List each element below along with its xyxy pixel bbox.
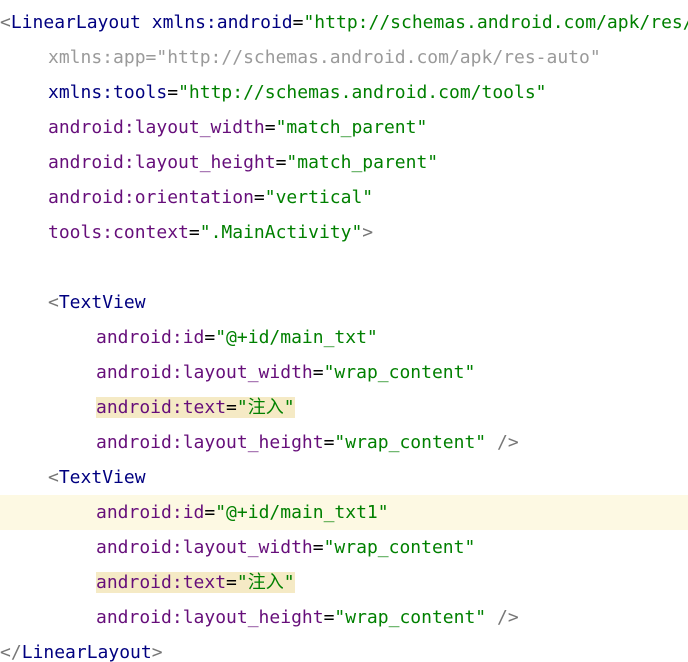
code-token-attr: android:layout_height — [48, 152, 276, 173]
code-token-val: ".MainActivity" — [199, 222, 363, 243]
code-line[interactable]: tools:context=".MainActivity"> — [0, 215, 688, 250]
code-token-attr: android:layout_height — [96, 607, 324, 628]
code-line[interactable]: android:layout_width="wrap_content" — [0, 355, 688, 390]
code-token-val: "@+id/main_txt1" — [215, 502, 389, 523]
code-line[interactable]: android:layout_height="wrap_content" /> — [0, 425, 688, 460]
highlighted-attribute: android:text="注入" — [96, 572, 295, 593]
code-token-eq: = — [167, 82, 179, 103]
code-token-val: "wrap_content" — [334, 432, 487, 453]
code-token-val: "vertical" — [264, 187, 374, 208]
code-token-bracket: </ — [0, 642, 22, 662]
code-token-eq: = — [226, 572, 237, 593]
code-token-eq: = — [312, 537, 324, 558]
code-token-sp — [486, 607, 497, 628]
highlighted-attribute: android:text="注入" — [96, 397, 295, 418]
code-line[interactable]: android:layout_height="wrap_content" /> — [0, 600, 688, 635]
code-token-attr: android:layout_height — [96, 432, 324, 453]
code-token-val: "注入" — [236, 572, 295, 593]
code-token-eq: = — [204, 502, 216, 523]
code-line[interactable]: xmlns:app="http://schemas.android.com/ap… — [0, 40, 688, 75]
code-token-bracket: > — [362, 222, 374, 243]
code-token-bracket: < — [48, 467, 59, 488]
code-token-tag: TextView — [58, 292, 146, 313]
code-token-bracket: /> — [496, 432, 519, 453]
code-token-eq: = — [275, 152, 287, 173]
code-token-attr: android:layout_width — [96, 362, 313, 383]
code-token-eq: = — [188, 222, 200, 243]
code-token-val: "wrap_content" — [323, 362, 476, 383]
code-token-attr: tools:context — [48, 222, 189, 243]
code-line[interactable]: <LinearLayout xmlns:android="http://sche… — [0, 5, 688, 40]
code-line[interactable]: <TextView — [0, 460, 688, 495]
code-editor[interactable]: <LinearLayout xmlns:android="http://sche… — [0, 0, 688, 662]
code-token-val: "@+id/main_txt" — [215, 327, 378, 348]
code-token-bracket: /> — [496, 607, 519, 628]
code-token-eq: = — [264, 117, 276, 138]
code-token-attr: android:layout_width — [48, 117, 265, 138]
code-token-val: "wrap_content" — [323, 537, 476, 558]
code-token-attr: android:orientation — [48, 187, 254, 208]
code-line[interactable]: android:orientation="vertical" — [0, 180, 688, 215]
code-token-val: "match_parent" — [286, 152, 439, 173]
code-token-eq: = — [312, 362, 324, 383]
code-line[interactable]: xmlns:tools="http://schemas.android.com/… — [0, 75, 688, 110]
code-line[interactable]: android:layout_width="match_parent" — [0, 110, 688, 145]
code-line[interactable]: android:id="@+id/main_txt" — [0, 320, 688, 355]
code-token-val: "match_parent" — [275, 117, 428, 138]
code-token-eq: = — [323, 607, 335, 628]
code-token-eq: = — [292, 12, 304, 33]
code-token-bracket: < — [48, 292, 59, 313]
code-token-attr: android:text — [96, 572, 227, 593]
code-line[interactable]: android:text="注入" — [0, 565, 688, 600]
code-token-attr: android:layout_width — [96, 537, 313, 558]
code-line[interactable] — [0, 250, 688, 285]
code-token-eq: = — [253, 187, 265, 208]
code-token-eq: = — [226, 397, 237, 418]
code-token-attr: android:id — [96, 502, 205, 523]
code-line[interactable]: </LinearLayout> — [0, 635, 688, 662]
code-token-val: "wrap_content" — [334, 607, 487, 628]
code-token-bracket: > — [151, 642, 163, 662]
code-token-tag: LinearLayout — [21, 642, 152, 662]
code-token-dim: xmlns:app="http://schemas.android.com/ap… — [48, 47, 601, 68]
code-line[interactable]: android:layout_width="wrap_content" — [0, 530, 688, 565]
code-token-val: "注入" — [236, 397, 295, 418]
code-token-eq: = — [204, 327, 216, 348]
code-token-sp — [486, 432, 497, 453]
code-token-bracket: < — [0, 12, 11, 33]
code-line[interactable]: android:id="@+id/main_txt1" — [0, 495, 688, 530]
code-line[interactable]: <TextView — [0, 285, 688, 320]
code-line[interactable]: android:layout_height="match_parent" — [0, 145, 688, 180]
code-token-xmlns: xmlns:android — [151, 12, 293, 33]
code-line[interactable]: android:text="注入" — [0, 390, 688, 425]
code-token-sp — [141, 12, 152, 33]
code-token-val: "http://schemas.android.com/tools" — [178, 82, 547, 103]
code-token-tag: TextView — [58, 467, 146, 488]
code-token-tag: LinearLayout — [10, 12, 141, 33]
code-token-xmlns: xmlns:tools — [48, 82, 168, 103]
code-token-val: "http://schemas.android.com/apk/res/andr… — [303, 12, 688, 33]
code-token-attr: android:id — [96, 327, 205, 348]
code-token-attr: android:text — [96, 397, 227, 418]
code-token-eq: = — [323, 432, 335, 453]
